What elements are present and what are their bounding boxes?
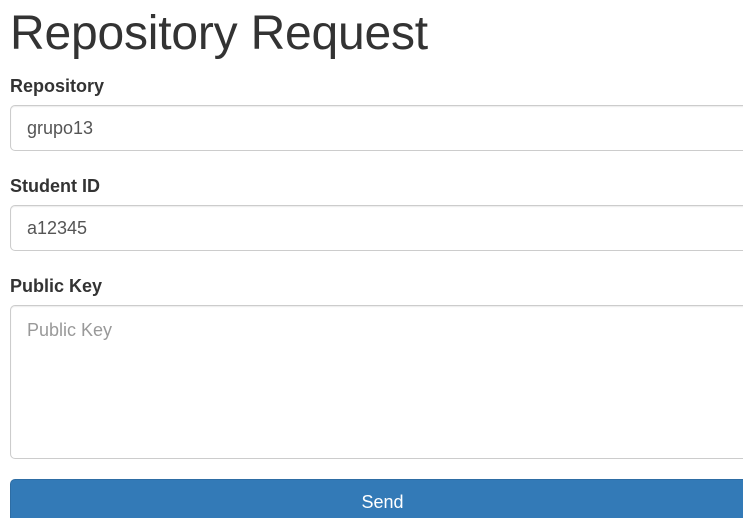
student-id-input[interactable] — [10, 205, 743, 251]
repository-request-page: Repository Request Repository Student ID… — [0, 0, 743, 518]
student-id-label: Student ID — [10, 176, 100, 196]
repository-label: Repository — [10, 76, 105, 96]
send-button[interactable]: Send — [10, 479, 743, 518]
public-key-textarea[interactable] — [10, 305, 743, 459]
repository-input[interactable] — [10, 105, 743, 151]
public-key-label: Public Key — [10, 276, 103, 296]
page-title: Repository Request — [10, 7, 428, 60]
